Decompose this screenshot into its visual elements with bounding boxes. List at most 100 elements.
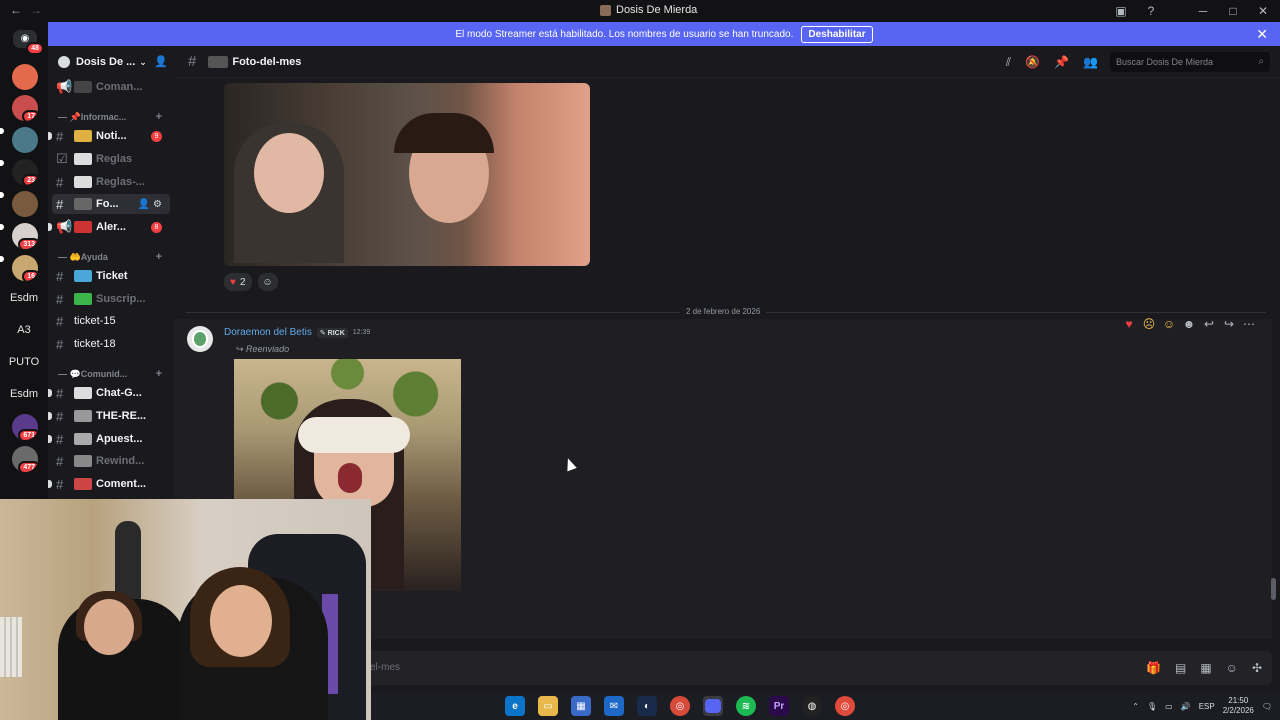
channel-reglas[interactable]: ☑ Reglas bbox=[52, 149, 170, 169]
minimize-button[interactable]: ─ bbox=[1194, 2, 1212, 20]
help-icon[interactable]: ? bbox=[1142, 2, 1160, 20]
channel-name: Suscrip... bbox=[96, 293, 146, 305]
server-icon-6[interactable]: 313 bbox=[12, 223, 38, 249]
add-user-icon[interactable]: 👤 bbox=[154, 55, 168, 68]
server-icon-1[interactable] bbox=[12, 64, 38, 90]
chrome-icon[interactable]: ◎ bbox=[670, 696, 690, 716]
forward-arrow-icon[interactable]: → bbox=[30, 3, 42, 17]
gift-icon[interactable]: 🎁 bbox=[1146, 661, 1161, 675]
more-options-icon[interactable]: ⋯ bbox=[1242, 317, 1256, 331]
channel-noticias[interactable]: # Noti... 9 bbox=[48, 126, 170, 146]
discord-taskbar-icon[interactable] bbox=[703, 696, 723, 716]
mention-badge: 8 bbox=[151, 222, 162, 233]
add-reaction-button[interactable]: ☺ bbox=[257, 273, 278, 291]
back-arrow-icon[interactable]: ← bbox=[10, 3, 22, 17]
channel-reglas-2[interactable]: # Reglas-... bbox=[52, 172, 170, 192]
server-icon-3[interactable] bbox=[12, 127, 38, 153]
channel-commands[interactable]: 📢 Coman... bbox=[52, 77, 170, 97]
server-icon-4[interactable]: 23 bbox=[12, 159, 38, 185]
chrome-icon-2[interactable]: ◎ bbox=[835, 696, 855, 716]
channel-emoji bbox=[74, 433, 92, 445]
server-header[interactable]: Dosis De ... ⌄ 👤 bbox=[48, 46, 174, 78]
search-input[interactable]: Buscar Dosis De Mierda ⌕ bbox=[1110, 52, 1270, 72]
channel-suscripcion[interactable]: # Suscrip... bbox=[52, 289, 170, 309]
channel-settings-icon[interactable]: 👤 ⚙ bbox=[138, 199, 162, 210]
network-icon[interactable]: ▭ bbox=[1165, 702, 1173, 711]
clock[interactable]: 21:50 2/2/2026 bbox=[1223, 696, 1254, 716]
volume-icon[interactable]: 🔊 bbox=[1181, 702, 1191, 711]
chevron-up-icon[interactable]: ⌃ bbox=[1132, 702, 1139, 711]
add-channel-icon[interactable]: + bbox=[156, 368, 162, 380]
server-icon-5[interactable] bbox=[12, 191, 38, 217]
category-ayuda[interactable]: — 🤲 Ayuda + bbox=[58, 249, 170, 265]
close-button[interactable]: ✕ bbox=[1254, 2, 1272, 20]
reply-icon[interactable]: ↩ bbox=[1202, 317, 1216, 331]
spotify-icon[interactable]: ≋ bbox=[736, 696, 756, 716]
obs-icon[interactable]: ◍ bbox=[802, 696, 822, 716]
store-icon[interactable]: ▦ bbox=[571, 696, 591, 716]
category-informacion[interactable]: — 📌 Informac... + bbox=[58, 109, 170, 125]
edge-icon[interactable]: e bbox=[505, 696, 525, 716]
notifications-icon[interactable]: 🗨 bbox=[1262, 702, 1272, 711]
date-divider: 2 de febrero de 2026 bbox=[186, 307, 1266, 316]
role-tag: ✎ RICK bbox=[316, 327, 348, 338]
webcam-content bbox=[210, 585, 272, 657]
forward-icon[interactable]: ↪ bbox=[1222, 317, 1236, 331]
message-image-attachment[interactable] bbox=[224, 83, 590, 266]
channel-ticket-15[interactable]: # ticket-15 bbox=[52, 311, 170, 331]
server-icon-8[interactable]: 671 bbox=[12, 414, 38, 440]
sticker-icon[interactable]: ▦ bbox=[1200, 661, 1211, 675]
pin-icon[interactable]: 📌 bbox=[1054, 55, 1069, 70]
direct-messages-button[interactable]: ◉ 48 bbox=[10, 28, 44, 58]
channel-ticket[interactable]: # Ticket bbox=[52, 266, 170, 286]
server-icon-9[interactable]: 477 bbox=[12, 446, 38, 472]
category-comunidad[interactable]: — 💬 Comunid... + bbox=[58, 366, 170, 382]
channel-alertas[interactable]: 📢 Aler... 8 bbox=[48, 217, 170, 237]
apps-icon[interactable]: ✣ bbox=[1252, 661, 1262, 675]
server-text-esdm-2[interactable]: Esdm bbox=[0, 388, 48, 400]
unread-pill bbox=[0, 192, 4, 198]
add-channel-icon[interactable]: + bbox=[156, 251, 162, 263]
smile-emoji-icon[interactable]: ☺ bbox=[1162, 317, 1176, 331]
channel-apuestas[interactable]: # Apuest... bbox=[48, 429, 170, 449]
gif-icon[interactable]: ▤ bbox=[1175, 661, 1186, 675]
threads-icon[interactable]: ⫽ bbox=[1006, 55, 1011, 70]
avatar[interactable] bbox=[187, 326, 213, 352]
emoji-icon[interactable]: ☺ bbox=[1226, 661, 1238, 675]
author-name[interactable]: Doraemon del Betis bbox=[224, 327, 312, 338]
mic-icon[interactable]: 🎙 bbox=[1147, 702, 1157, 711]
premiere-icon[interactable]: Pr bbox=[769, 696, 789, 716]
hash-icon: # bbox=[56, 313, 64, 329]
file-explorer-icon[interactable]: ▭ bbox=[538, 696, 558, 716]
disable-streamer-button[interactable]: Deshabilitar bbox=[801, 25, 873, 43]
scrollbar-thumb[interactable] bbox=[1271, 578, 1276, 600]
channel-comentarios[interactable]: # Coment... bbox=[48, 474, 170, 494]
screen-share-icon[interactable]: ▣ bbox=[1112, 2, 1130, 20]
unread-pill bbox=[0, 256, 4, 262]
server-text-puto[interactable]: PUTO bbox=[0, 356, 48, 368]
outlook-icon[interactable]: ✉ bbox=[604, 696, 624, 716]
channel-name: Coman... bbox=[96, 81, 143, 93]
members-icon[interactable]: 👥 bbox=[1083, 55, 1098, 70]
heart-reaction-icon[interactable]: ♥ bbox=[1122, 317, 1136, 331]
add-channel-icon[interactable]: + bbox=[156, 111, 162, 123]
maximize-button[interactable]: □ bbox=[1224, 2, 1242, 20]
speech-emoji bbox=[74, 387, 92, 399]
steam-icon[interactable]: ◐ bbox=[637, 696, 657, 716]
channel-the-real[interactable]: # THE-RE... bbox=[48, 406, 170, 426]
heart-reaction[interactable]: ♥ 2 bbox=[224, 273, 252, 291]
close-banner-icon[interactable]: ✕ bbox=[1256, 26, 1268, 43]
channel-ticket-18[interactable]: # ticket-18 bbox=[52, 334, 170, 354]
server-text-esdm[interactable]: Esdm bbox=[0, 292, 48, 304]
server-icon-2[interactable]: 17 bbox=[12, 95, 38, 121]
server-icon-7[interactable]: 16 bbox=[12, 255, 38, 281]
language-indicator[interactable]: ESP bbox=[1199, 702, 1215, 711]
channel-chat-general[interactable]: # Chat-G... bbox=[48, 383, 170, 403]
channel-foto-del-mes[interactable]: # Fo... 👤 ⚙ bbox=[52, 194, 170, 214]
channel-rewind[interactable]: # Rewind... bbox=[52, 451, 170, 471]
sad-emoji-icon[interactable]: ☹ bbox=[1142, 317, 1156, 331]
add-reaction-icon[interactable]: ☻ bbox=[1182, 317, 1196, 331]
mute-bell-icon[interactable]: 🔕 bbox=[1025, 55, 1040, 70]
server-badge: 23 bbox=[22, 174, 38, 185]
server-text-a3[interactable]: A3 bbox=[0, 324, 48, 336]
